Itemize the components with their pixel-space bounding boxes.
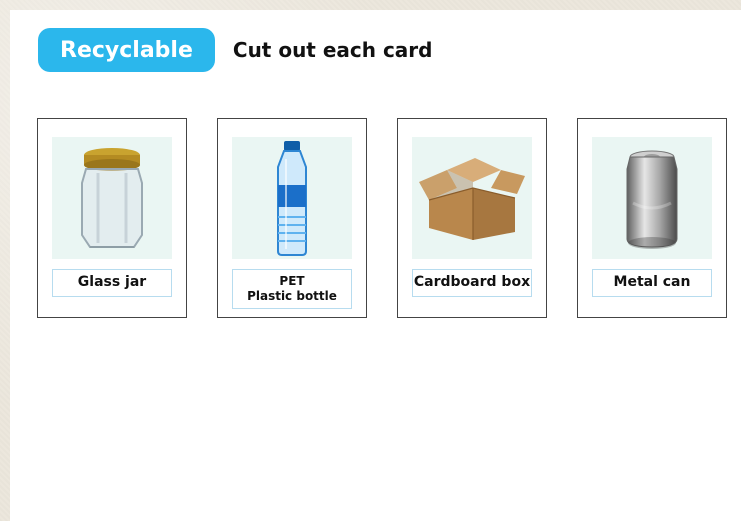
card-image xyxy=(52,137,172,259)
card-label-line1: Cardboard box xyxy=(413,274,531,291)
card-image xyxy=(232,137,352,259)
card-glass-jar: Glass jar xyxy=(37,118,187,318)
card-image xyxy=(592,137,712,259)
card-image xyxy=(412,137,532,259)
metal-can-icon xyxy=(626,150,678,249)
card-label: PET Plastic bottle xyxy=(232,269,352,309)
card-metal-can: Metal can xyxy=(577,118,727,318)
card-pet-bottle: PET Plastic bottle xyxy=(217,118,367,318)
card-row: Glass jar PET Plastic bottle Cardboard b… xyxy=(37,118,727,318)
plastic-bottle-icon xyxy=(277,141,307,256)
recyclable-badge: Recyclable xyxy=(38,28,215,72)
card-cardboard-box: Cardboard box xyxy=(397,118,547,318)
worksheet: Recyclable Cut out each card Glass jar P… xyxy=(10,10,741,521)
card-label-line2: Plastic bottle xyxy=(247,289,337,303)
header: Recyclable Cut out each card xyxy=(38,28,432,72)
instruction-text: Cut out each card xyxy=(232,38,433,62)
card-label-line1: Metal can xyxy=(613,274,691,291)
cardboard-box-icon xyxy=(419,158,525,240)
card-label: Metal can xyxy=(592,269,712,297)
card-label-line1: Glass jar xyxy=(77,274,147,291)
card-label: Glass jar xyxy=(52,269,172,297)
card-label-line1: PET xyxy=(279,273,305,288)
glass-jar-icon xyxy=(81,148,143,248)
card-label: Cardboard box xyxy=(412,269,532,297)
